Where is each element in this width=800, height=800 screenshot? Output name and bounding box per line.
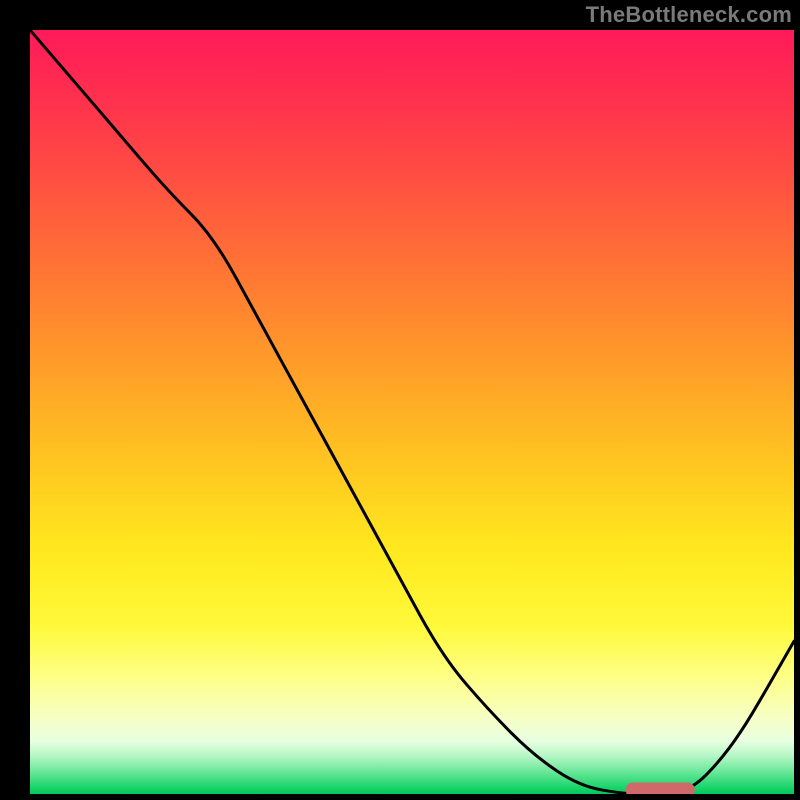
plot-area: [30, 30, 794, 794]
optimal-range-marker: [30, 30, 794, 794]
chart-frame: TheBottleneck.com: [0, 0, 800, 800]
watermark-text: TheBottleneck.com: [586, 2, 792, 28]
